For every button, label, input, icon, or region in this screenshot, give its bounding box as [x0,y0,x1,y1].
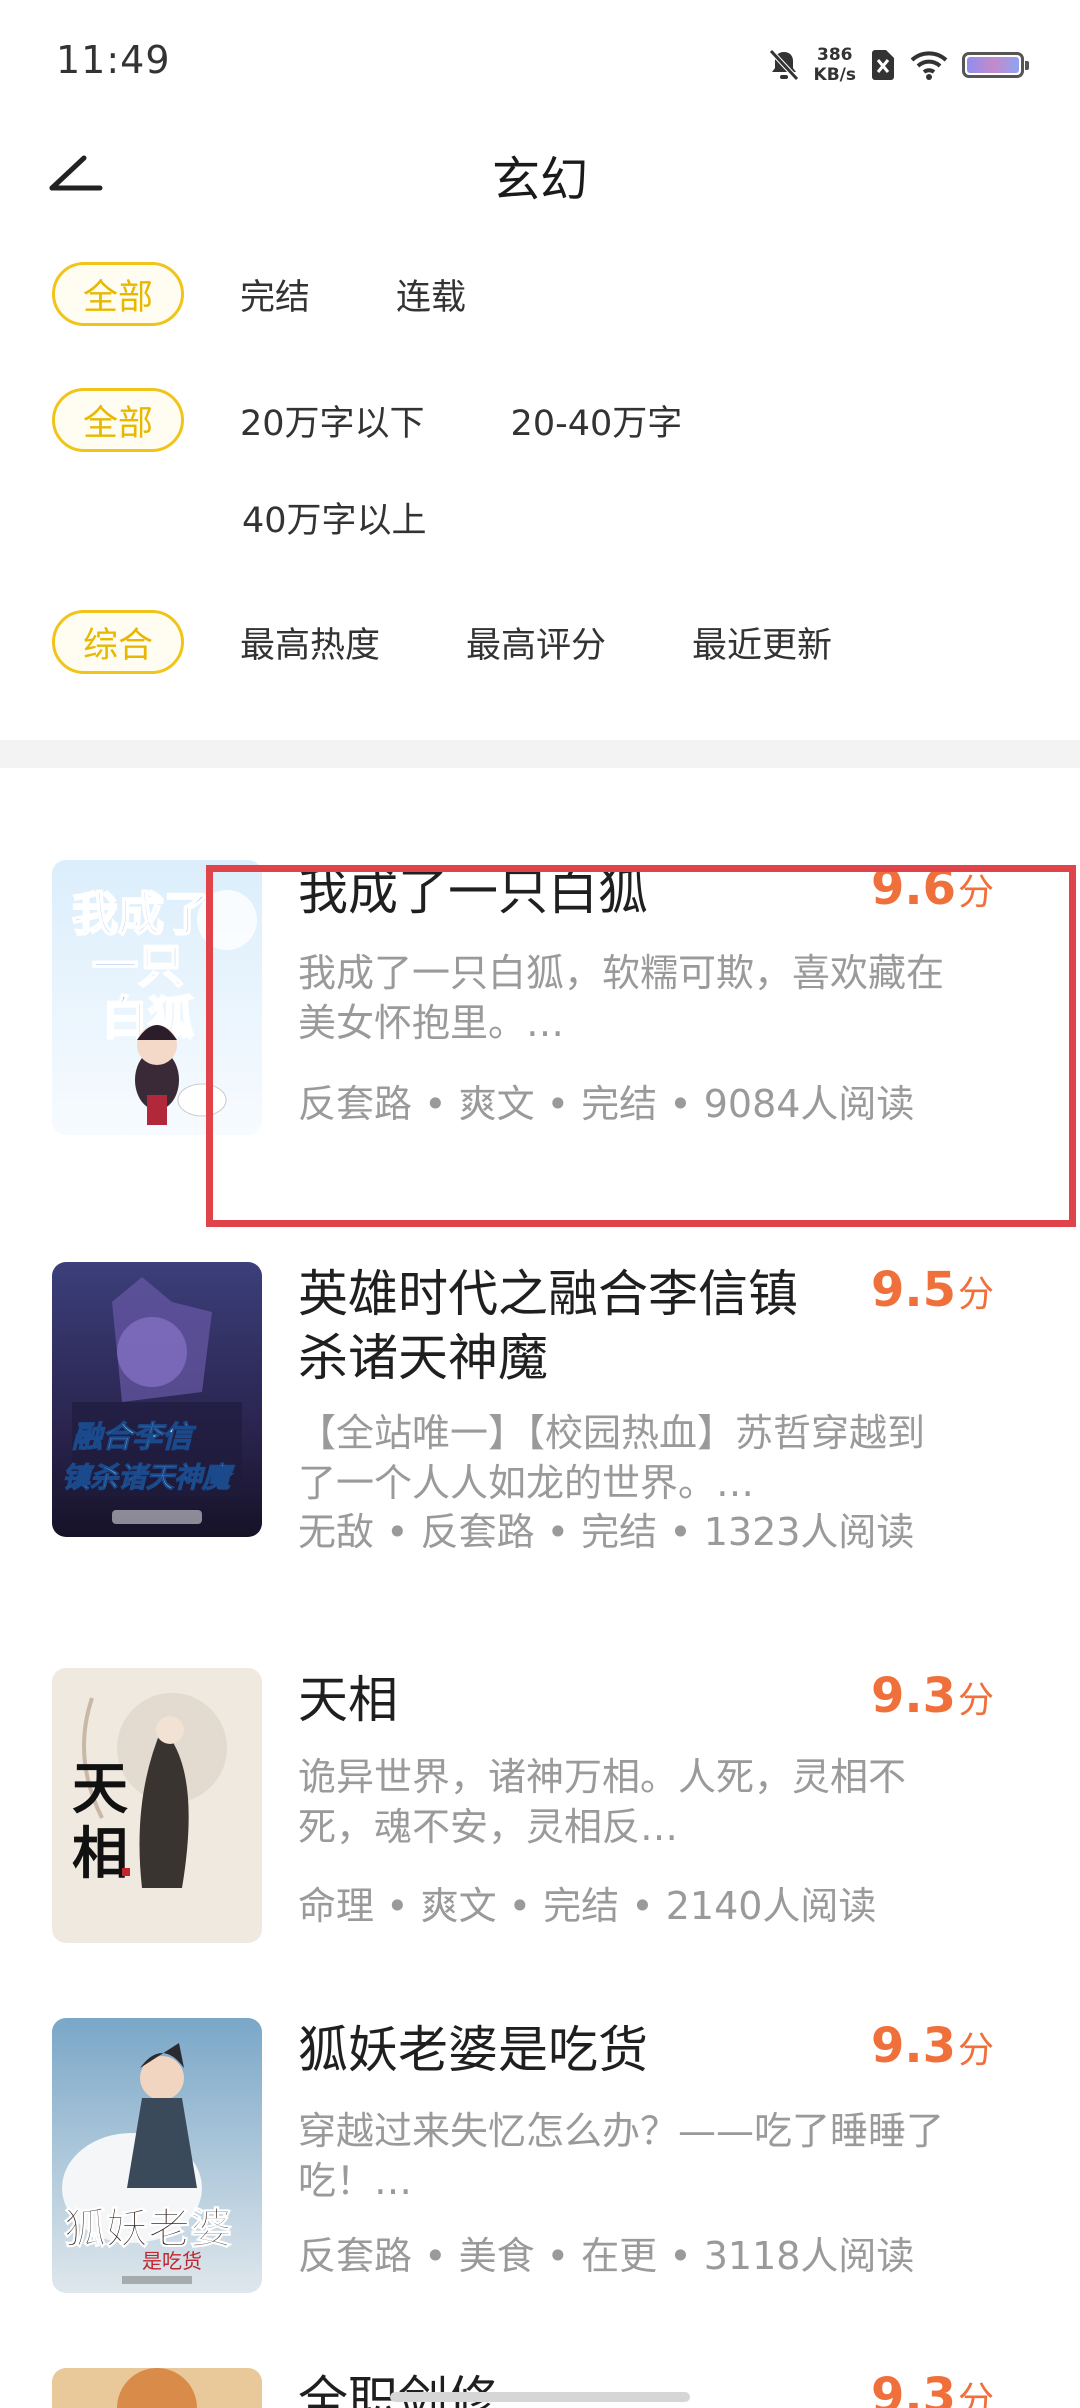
book-meta: 无敌 • 反套路 • 完结 • 1323人阅读 [298,1510,915,1554]
svg-text:相: 相 [72,1822,128,1887]
filter-status-completed[interactable]: 完结 [240,269,310,320]
score-unit: 分 [957,1680,994,1721]
book-cover: 天 相 [52,1668,262,1943]
gesture-bar [390,2392,690,2402]
book-description: 穿越过来失忆怎么办？——吃了睡睡了吃！… [298,2109,945,2203]
score-unit: 分 [957,872,994,913]
score-value: 9.6 [870,860,956,916]
filter-sort-top-rated[interactable]: 最高评分 [466,617,606,668]
filter-length-under-20w[interactable]: 20万字以下 [240,395,425,446]
svg-text:镇杀诸天神魔: 镇杀诸天神魔 [62,1461,235,1494]
book-cover [52,2368,262,2408]
book-list-page: 11:49 386 KB/s 玄幻 全部 完结 连载 全部 20万字以下 20-… [0,0,1080,2408]
filter-length-20-40w[interactable]: 20-40万字 [511,395,683,446]
filter-sort-hottest[interactable]: 最高热度 [240,617,380,668]
book-description: 【全站唯一】【校园热血】苏哲穿越到了一个人人如龙的世界。… [298,1411,926,1505]
book-title: 英雄时代之融合李信镇杀诸天神魔 [298,1265,798,1387]
svg-text:一只: 一只 [92,939,184,993]
book-cover: 融合李信 镇杀诸天神魔 [52,1262,262,1537]
book-item[interactable]: 天 相 天相 9.3 分 诡异世界，诸神万相。人死，灵相不死，魂不安，灵相反… 命… [0,1668,1080,1958]
score-unit: 分 [957,2380,994,2408]
book-score: 9.5 分 [871,1262,994,1318]
battery-icon [962,52,1029,78]
book-title: 天相 [298,1671,398,1729]
filter-sort-row: 综合 最高热度 最高评分 最近更新 [52,610,832,674]
status-bar: 11:49 386 KB/s [0,0,1080,120]
network-speed: 386 KB/s [814,45,856,85]
status-icons: 386 KB/s [768,40,1029,90]
net-speed-unit: KB/s [813,65,856,85]
cover-title-text: 狐妖老婆 [64,2204,232,2253]
filter-status-all[interactable]: 全部 [52,262,184,326]
book-meta: 反套路 • 爽文 • 完结 • 9084人阅读 [298,1082,915,1126]
score-value: 9.3 [870,2368,956,2408]
book-score: 9.3 分 [871,2368,994,2408]
score-value: 9.3 [870,2018,956,2074]
book-title: 全职剑修 [298,2371,498,2408]
svg-text:是吃货: 是吃货 [142,2249,202,2273]
section-divider [0,740,1080,768]
filter-length-row: 全部 20万字以下 20-40万字 [52,388,682,452]
book-score: 9.3 分 [871,2018,994,2074]
book-description: 诡异世界，诸神万相。人死，灵相不死，魂不安，灵相反… [298,1755,907,1849]
score-unit: 分 [957,1274,994,1315]
book-meta: 反套路 • 美食 • 在更 • 3118人阅读 [298,2234,915,2278]
book-title: 狐妖老婆是吃货 [298,2021,648,2079]
book-title: 我成了一只白狐 [298,863,648,921]
book-score: 9.3 分 [871,1668,994,1724]
book-cover: 我成了 一只 白狐 [52,860,262,1135]
page-title: 玄幻 [491,152,588,208]
filter-length-all[interactable]: 全部 [52,388,184,452]
filter-sort-default[interactable]: 综合 [52,610,184,674]
cover-title-text: 我成了 [72,887,210,941]
book-meta: 命理 • 爽文 • 完结 • 2140人阅读 [298,1884,877,1928]
cover-title-text: 天 [72,1757,128,1822]
book-score: 9.6 分 [871,860,994,916]
book-item[interactable]: 狐妖老婆 是吃货 狐妖老婆是吃货 9.3 分 穿越过来失忆怎么办？——吃了睡睡了吃… [0,2018,1080,2308]
cover-title-text: 融合李信 [72,1420,197,1455]
filter-sort-recent[interactable]: 最近更新 [692,617,832,668]
filter-status-row: 全部 完结 连载 [52,262,466,326]
wifi-icon [910,50,948,80]
filter-length-over-40w[interactable]: 40万字以上 [242,492,427,543]
net-speed-value: 386 [817,45,853,65]
book-item[interactable]: 融合李信 镇杀诸天神魔 英雄时代之融合李信镇杀诸天神魔 9.5 分 【全站唯一】【… [0,1262,1080,1562]
score-unit: 分 [957,2030,994,2071]
book-item[interactable]: 全职剑修 9.3 分 [0,2368,1080,2408]
top-app-bar: 玄幻 [0,120,1080,230]
no-sim-icon [870,49,896,81]
battery-level [967,57,1019,73]
book-item[interactable]: 我成了 一只 白狐 我成了一只白狐 9.6 分 我成了一只白狐，软糯可欺，喜欢藏在… [0,860,1080,1200]
score-value: 9.5 [870,1262,956,1318]
status-time: 11:49 [56,38,171,82]
book-description: 我成了一只白狐，软糯可欺，喜欢藏在美女怀抱里。… [298,951,945,1045]
score-value: 9.3 [870,1668,956,1724]
book-cover: 狐妖老婆 是吃货 [52,2018,262,2293]
bell-muted-icon [768,48,800,82]
filter-status-ongoing[interactable]: 连载 [396,269,466,320]
